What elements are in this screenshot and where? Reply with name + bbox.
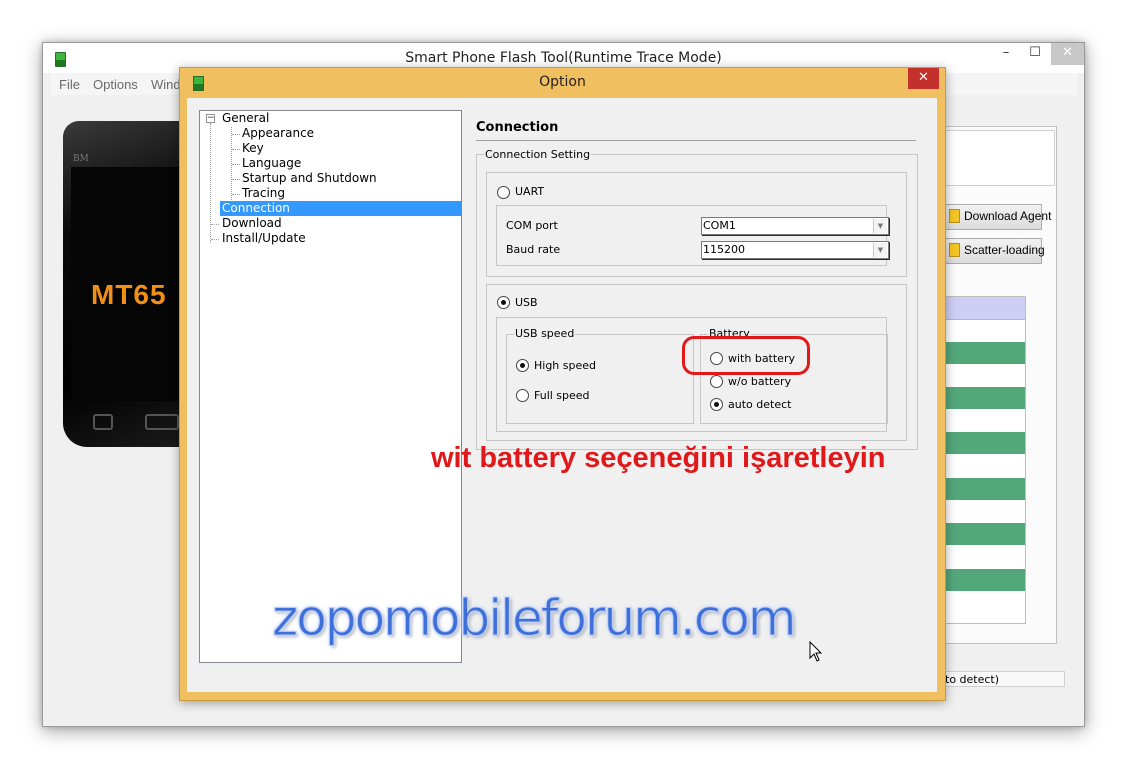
maximize-button[interactable]: ☐ bbox=[1020, 43, 1050, 65]
section-title: Connection bbox=[476, 120, 559, 135]
minimize-button[interactable]: – bbox=[991, 43, 1021, 65]
download-agent-button[interactable]: Download Agent bbox=[945, 204, 1051, 230]
baud-rate-label: Baud rate bbox=[506, 243, 561, 256]
usb-label: USB bbox=[515, 296, 538, 309]
cursor-arrow-icon bbox=[809, 640, 823, 662]
download-agent-label: Download Agent bbox=[964, 209, 1052, 223]
menu-window[interactable]: Wind bbox=[151, 77, 181, 92]
baud-rate-select[interactable]: 115200 ▼ bbox=[701, 241, 889, 259]
section-divider bbox=[476, 140, 916, 141]
phone-menu-key bbox=[93, 414, 113, 430]
close-button[interactable]: ✕ bbox=[1051, 43, 1084, 65]
status-text: to detect) bbox=[945, 673, 1000, 686]
wo-battery-label: w/o battery bbox=[728, 375, 792, 388]
partition-list[interactable] bbox=[945, 296, 1026, 624]
tree-item-general[interactable]: General bbox=[222, 111, 269, 126]
menu-options[interactable]: Options bbox=[93, 77, 138, 92]
tree-connector bbox=[232, 179, 240, 180]
options-tree[interactable]: − General Appearance Key Language Startu… bbox=[199, 110, 462, 663]
scatter-loading-label: Scatter-loading bbox=[964, 243, 1045, 257]
full-speed-radio[interactable] bbox=[516, 389, 529, 402]
baud-rate-value: 115200 bbox=[703, 243, 745, 256]
usb-speed-label: USB speed bbox=[514, 327, 576, 340]
chevron-down-icon: ▼ bbox=[873, 243, 887, 257]
tree-connector bbox=[211, 224, 219, 225]
high-speed-label: High speed bbox=[534, 359, 597, 372]
list-row[interactable] bbox=[946, 432, 1025, 454]
scatter-loading-button[interactable]: Scatter-loading bbox=[945, 238, 1045, 264]
highlight-oval bbox=[682, 336, 810, 375]
dialog-titlebar[interactable]: Option ✕ bbox=[180, 68, 945, 97]
tree-connector bbox=[232, 164, 240, 165]
list-row[interactable] bbox=[946, 387, 1025, 409]
dialog-title: Option bbox=[539, 74, 586, 90]
wo-battery-radio[interactable] bbox=[710, 375, 723, 388]
list-row[interactable] bbox=[946, 523, 1025, 545]
phone-brand: BM bbox=[73, 154, 89, 164]
main-window-title: Smart Phone Flash Tool(Runtime Trace Mod… bbox=[405, 50, 722, 66]
high-speed-radio[interactable] bbox=[516, 359, 529, 372]
usb-speed-group bbox=[506, 334, 694, 424]
watermark: zopomobileforum.com bbox=[272, 589, 798, 648]
uart-label: UART bbox=[515, 185, 545, 198]
tree-connector bbox=[232, 134, 240, 135]
list-header bbox=[946, 297, 1025, 320]
tree-connector bbox=[232, 149, 240, 150]
phone-model-label: MT65 bbox=[91, 279, 167, 310]
phone-home-key bbox=[145, 414, 179, 430]
list-row[interactable] bbox=[946, 478, 1025, 500]
com-port-label: COM port bbox=[506, 219, 558, 232]
tree-item-connection[interactable]: Connection bbox=[220, 201, 461, 216]
folder-icon bbox=[949, 208, 960, 223]
uart-radio[interactable] bbox=[497, 186, 510, 199]
tree-item-download[interactable]: Download bbox=[222, 216, 282, 231]
com-port-select[interactable]: COM1 ▼ bbox=[701, 217, 889, 235]
list-row[interactable] bbox=[946, 342, 1025, 364]
auto-detect-label: auto detect bbox=[728, 398, 792, 411]
collapse-icon[interactable]: − bbox=[206, 114, 215, 123]
chevron-down-icon: ▼ bbox=[873, 219, 887, 233]
dialog-close-button[interactable]: ✕ bbox=[908, 68, 939, 89]
menu-file[interactable]: File bbox=[59, 77, 80, 92]
tree-item-install-update[interactable]: Install/Update bbox=[222, 231, 306, 246]
folder-icon bbox=[949, 242, 960, 257]
list-row[interactable] bbox=[946, 569, 1025, 591]
tree-item-startup-shutdown[interactable]: Startup and Shutdown bbox=[242, 171, 377, 186]
tree-item-appearance[interactable]: Appearance bbox=[242, 126, 314, 141]
tree-item-tracing[interactable]: Tracing bbox=[242, 186, 285, 201]
full-speed-label: Full speed bbox=[534, 389, 590, 402]
auto-detect-radio[interactable] bbox=[710, 398, 723, 411]
tree-connector bbox=[211, 239, 219, 240]
tree-item-language[interactable]: Language bbox=[242, 156, 301, 171]
usb-radio[interactable] bbox=[497, 296, 510, 309]
tree-connector bbox=[232, 194, 240, 195]
com-port-value: COM1 bbox=[703, 219, 736, 232]
connection-setting-label: Connection Setting bbox=[484, 148, 592, 161]
tree-item-key[interactable]: Key bbox=[242, 141, 264, 156]
instruction-caption: wit battery seçeneğini işaretleyin bbox=[431, 442, 886, 474]
tree-connector bbox=[210, 123, 211, 243]
right-info-box bbox=[945, 130, 1055, 186]
